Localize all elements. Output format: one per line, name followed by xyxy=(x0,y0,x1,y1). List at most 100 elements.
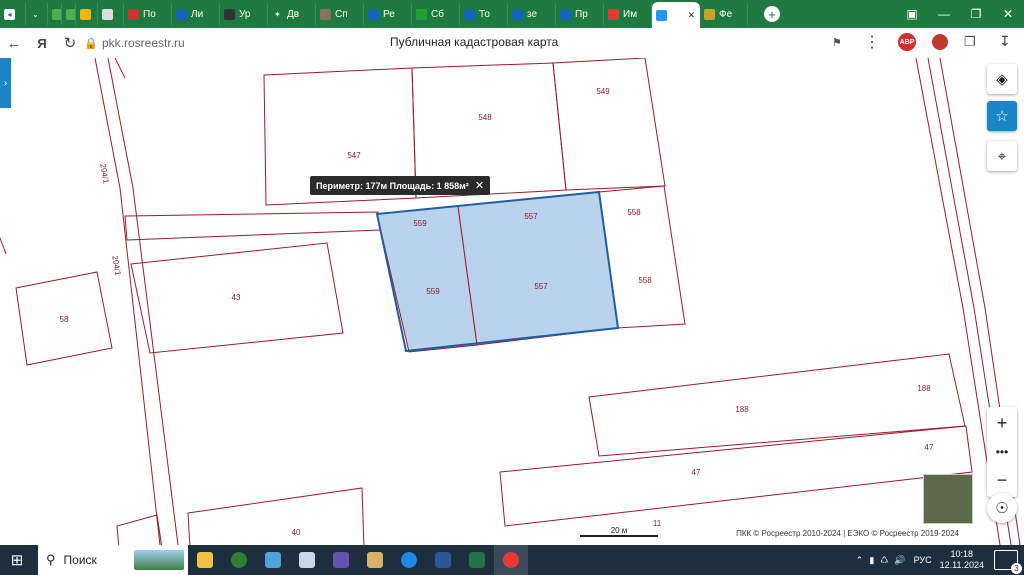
side-panel-toggle[interactable]: › xyxy=(0,58,11,108)
parcel-boundary[interactable] xyxy=(124,211,381,241)
tab-app-icon[interactable] xyxy=(48,3,62,25)
notification-icon[interactable]: 3 xyxy=(994,550,1022,574)
tab-globe-icon[interactable]: Ли xyxy=(172,3,220,25)
download-icon[interactable]: ↧ xyxy=(999,33,1011,50)
reload-icon[interactable]: ↻ xyxy=(56,29,84,57)
clock-date: 12.11.2024 xyxy=(939,560,984,570)
ruler-icon[interactable] xyxy=(358,545,392,575)
tab-map-icon[interactable]: ✕ xyxy=(652,2,700,28)
lock-icon: 🔒 xyxy=(84,37,98,50)
tab-emblem-icon[interactable]: Фе xyxy=(700,3,748,25)
tab-sber-icon[interactable]: Сб xyxy=(412,3,460,25)
parcel-boundary[interactable] xyxy=(187,487,365,545)
parcel-number-label: 558 xyxy=(627,208,641,217)
parcel-number-label: 559 xyxy=(426,287,440,296)
browser-icon[interactable] xyxy=(222,545,256,575)
parcel-number-label: 40 xyxy=(292,528,301,537)
yandex-browser-icon[interactable] xyxy=(494,545,528,575)
more-icon[interactable]: ••• xyxy=(996,445,1009,459)
tab-volume-icon[interactable] xyxy=(98,3,124,25)
tab-speaker-icon[interactable]: ◂ xyxy=(0,3,26,25)
tab-plus-icon[interactable]: ✦ Дв xyxy=(268,3,316,25)
adblock-extension-icon[interactable]: ABP xyxy=(898,33,916,51)
windows-taskbar: ⊞ ⚲ Поиск ⌃ ▮ ♺ 🔊 РУС 10:18 12.11.2024 3 xyxy=(0,545,1024,575)
url-text[interactable]: pkk.rosreestr.ru xyxy=(102,36,185,50)
minimize-icon[interactable]: — xyxy=(928,0,960,28)
tab-label: По xyxy=(143,8,156,20)
zoom-out-icon[interactable]: − xyxy=(997,470,1008,491)
copyright-text: ПКК © Росреестр 2010-2024 | ЕЭКО © Росре… xyxy=(733,528,962,539)
word-icon[interactable] xyxy=(426,545,460,575)
map-canvas[interactable]: 547 548 549 559 557 558 559 557 558 43 58 188 188 47 4… xyxy=(0,58,1024,545)
bank-icon xyxy=(224,8,235,20)
flag-icon xyxy=(128,8,139,20)
parcel-boundary[interactable] xyxy=(499,425,973,527)
edge-icon[interactable] xyxy=(392,545,426,575)
parcel-boundary[interactable] xyxy=(588,353,966,457)
cadastral-map[interactable]: 547 548 549 559 557 558 559 557 558 43 58 188 188 47 4… xyxy=(0,58,1024,545)
zoom-control: + ••• − xyxy=(987,407,1017,497)
parcel-number-label: 47 xyxy=(925,443,934,452)
parcel-boundary[interactable] xyxy=(552,58,666,191)
search-box[interactable]: ⚲ Поиск xyxy=(38,545,188,575)
tab-rts-icon[interactable]: Им xyxy=(604,3,652,25)
tab-label: Сп xyxy=(335,8,348,20)
close-icon[interactable]: ✕ xyxy=(475,179,484,192)
tab-chevron-down-icon[interactable]: ⌄ xyxy=(26,3,48,25)
new-tab-button[interactable]: + xyxy=(756,0,788,28)
road-boundary xyxy=(94,58,161,545)
folder-icon[interactable] xyxy=(188,545,222,575)
scale-bar: 20 м xyxy=(580,526,658,537)
compass-icon[interactable]: ☉ xyxy=(987,493,1017,523)
address-bar: ← Я ↻ 🔒 pkk.rosreestr.ru Публичная кадас… xyxy=(0,28,1024,59)
tab-app-icon[interactable] xyxy=(62,3,76,25)
collections-icon[interactable]: ❐ xyxy=(964,34,976,50)
parcel-number-label: 43 xyxy=(232,293,241,302)
tab-globe-icon[interactable]: То xyxy=(460,3,508,25)
menu-dots-icon[interactable]: ⋮ xyxy=(864,32,880,52)
language-indicator[interactable]: РУС xyxy=(914,555,932,565)
rts-icon xyxy=(608,8,619,20)
parcel-number-label: 557 xyxy=(524,212,538,221)
globe-icon xyxy=(560,8,571,20)
yandex-icon[interactable]: Я xyxy=(28,29,56,57)
tab-building-icon[interactable]: Сп xyxy=(316,3,364,25)
battery-icon[interactable]: ▮ xyxy=(869,555,874,566)
excel-icon[interactable] xyxy=(460,545,494,575)
save-icon[interactable] xyxy=(324,545,358,575)
volume-icon[interactable]: 🔊 xyxy=(894,555,905,566)
extension-icon[interactable] xyxy=(932,34,948,50)
back-icon[interactable]: ← xyxy=(0,29,28,57)
tab-globe-icon[interactable]: Пр xyxy=(556,3,604,25)
restore-icon[interactable]: ❐ xyxy=(960,0,992,28)
photos-icon[interactable] xyxy=(290,545,324,575)
wifi-icon[interactable]: ♺ xyxy=(880,555,888,566)
selected-parcel[interactable] xyxy=(457,191,619,346)
locate-icon[interactable]: ⌖ xyxy=(987,141,1017,171)
parcel-number-label: 47 xyxy=(692,468,701,477)
layers-icon[interactable]: ◈ xyxy=(987,64,1017,94)
speaker-icon: ◂ xyxy=(4,8,15,20)
parcel-number-label: 548 xyxy=(478,113,492,122)
browser-tab-bar: ◂ ⌄ По Ли Ур ✦ Дв Сп Ре Сб То зе Пр Им ✕ Фе + ▣ — ❐ ✕ xyxy=(0,0,1024,28)
tab-panel-icon[interactable]: ▣ xyxy=(896,0,928,28)
parcel-number-label: 559 xyxy=(413,219,427,228)
tab-flag-icon[interactable]: По xyxy=(124,3,172,25)
tab-globe-icon[interactable]: Ре xyxy=(364,3,412,25)
close-icon[interactable]: ✕ xyxy=(992,0,1024,28)
start-button[interactable]: ⊞ xyxy=(0,545,34,575)
tab-globe-icon[interactable]: зе xyxy=(508,3,556,25)
chevron-up-icon[interactable]: ⌃ xyxy=(856,555,864,566)
clock[interactable]: 10:18 12.11.2024 xyxy=(940,549,984,571)
parcel-boundary[interactable] xyxy=(116,514,163,545)
monitor-icon[interactable] xyxy=(256,545,290,575)
close-tab-icon[interactable]: ✕ xyxy=(687,10,695,21)
favorites-icon[interactable]: ☆ xyxy=(987,101,1017,131)
zoom-in-icon[interactable]: + xyxy=(997,413,1008,434)
parcel-number-label: 204/1 xyxy=(98,163,110,185)
minimap-thumbnail[interactable] xyxy=(923,474,973,524)
tab-mail-icon[interactable] xyxy=(76,3,98,25)
bookmark-icon[interactable]: ⚑ xyxy=(832,36,842,49)
tab-label: Ли xyxy=(191,8,204,20)
tab-bank-icon[interactable]: Ур xyxy=(220,3,268,25)
